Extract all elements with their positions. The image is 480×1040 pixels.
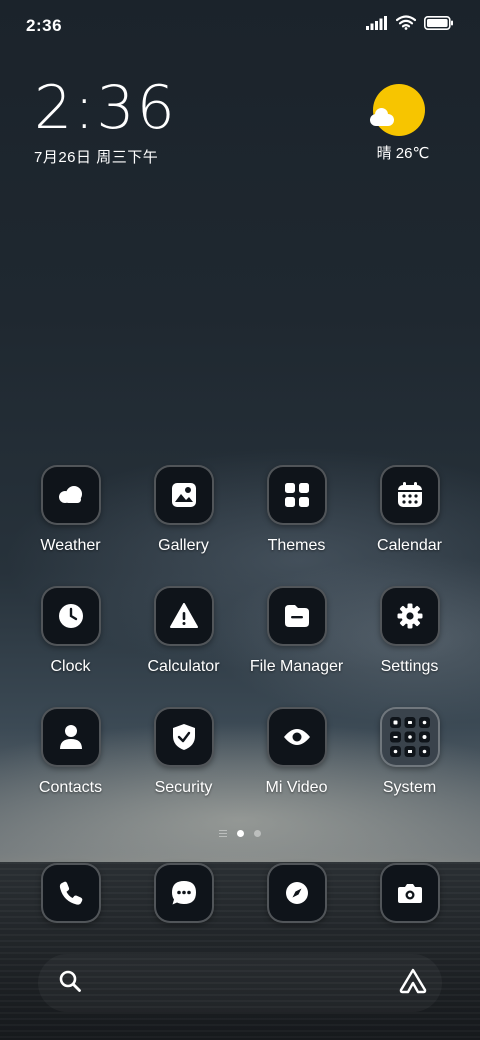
widget-time: 2:36 (34, 73, 177, 143)
app-label: Clock (50, 658, 91, 675)
app-label: Themes (267, 537, 326, 554)
dock-camera[interactable] (353, 863, 466, 923)
app-contacts[interactable]: Contacts (14, 707, 127, 797)
app-settings[interactable]: Settings (353, 586, 466, 676)
app-label: File Manager (249, 658, 344, 675)
app-clock[interactable]: Clock (14, 586, 127, 676)
file-manager-icon[interactable] (266, 586, 327, 646)
battery-icon (424, 15, 454, 35)
phone-icon[interactable] (40, 863, 101, 923)
page-dot-active[interactable] (237, 830, 244, 837)
app-label: Settings (380, 658, 439, 675)
dock-messages[interactable] (127, 863, 240, 923)
calculator-icon[interactable] (153, 586, 214, 646)
sun-cloud-icon (370, 84, 425, 136)
eye-icon[interactable] (266, 707, 327, 767)
dock-browser[interactable] (240, 863, 353, 923)
search-icon[interactable] (58, 969, 82, 998)
app-label: Mi Video (265, 779, 328, 796)
folder-icon[interactable] (379, 707, 440, 767)
app-weather[interactable]: Weather (14, 465, 127, 555)
search-bar[interactable] (38, 954, 442, 1012)
weather-icon[interactable] (40, 465, 101, 525)
app-file-manager[interactable]: File Manager (240, 586, 353, 676)
calendar-icon[interactable] (379, 465, 440, 525)
app-system-folder[interactable]: System (353, 707, 466, 797)
weather-widget[interactable]: 晴 26℃ (354, 84, 444, 163)
contacts-icon[interactable] (40, 707, 101, 767)
page-dot[interactable] (254, 830, 261, 837)
messages-icon[interactable] (153, 863, 214, 923)
app-label: Gallery (158, 537, 209, 554)
app-mi-video[interactable]: Mi Video (240, 707, 353, 797)
assistant-icon[interactable] (398, 968, 428, 999)
app-themes[interactable]: Themes (240, 465, 353, 555)
widget-date: 7月26日 周三下午 (34, 149, 159, 166)
app-calendar[interactable]: Calendar (353, 465, 466, 555)
security-icon[interactable] (153, 707, 214, 767)
app-label: Contacts (38, 779, 103, 796)
weather-text: 晴 26℃ (376, 145, 430, 162)
wifi-icon (395, 15, 417, 35)
app-calculator[interactable]: Calculator (127, 586, 240, 676)
app-label: Security (154, 779, 213, 796)
signal-icon (366, 15, 388, 35)
clock-icon[interactable] (40, 586, 101, 646)
app-grid: Weather Gallery Themes Calendar Clock Ca… (14, 465, 466, 797)
clock-widget[interactable]: 2:36 7月26日 周三下午 (34, 76, 177, 167)
app-label: Calendar (377, 537, 442, 554)
app-label: Weather (40, 537, 101, 554)
dock-phone[interactable] (14, 863, 127, 923)
page-indicator-list[interactable] (219, 830, 227, 837)
status-icons (366, 15, 454, 35)
browser-icon[interactable] (266, 863, 327, 923)
camera-icon[interactable] (379, 863, 440, 923)
settings-icon[interactable] (379, 586, 440, 646)
app-security[interactable]: Security (127, 707, 240, 797)
app-label: Calculator (147, 658, 220, 675)
gallery-icon[interactable] (153, 465, 214, 525)
page-indicator[interactable] (0, 830, 480, 837)
status-bar: 2:36 (0, 0, 480, 50)
app-label: System (382, 779, 437, 796)
dock (14, 863, 466, 923)
themes-icon[interactable] (266, 465, 327, 525)
app-gallery[interactable]: Gallery (127, 465, 240, 555)
status-time: 2:36 (26, 16, 63, 35)
